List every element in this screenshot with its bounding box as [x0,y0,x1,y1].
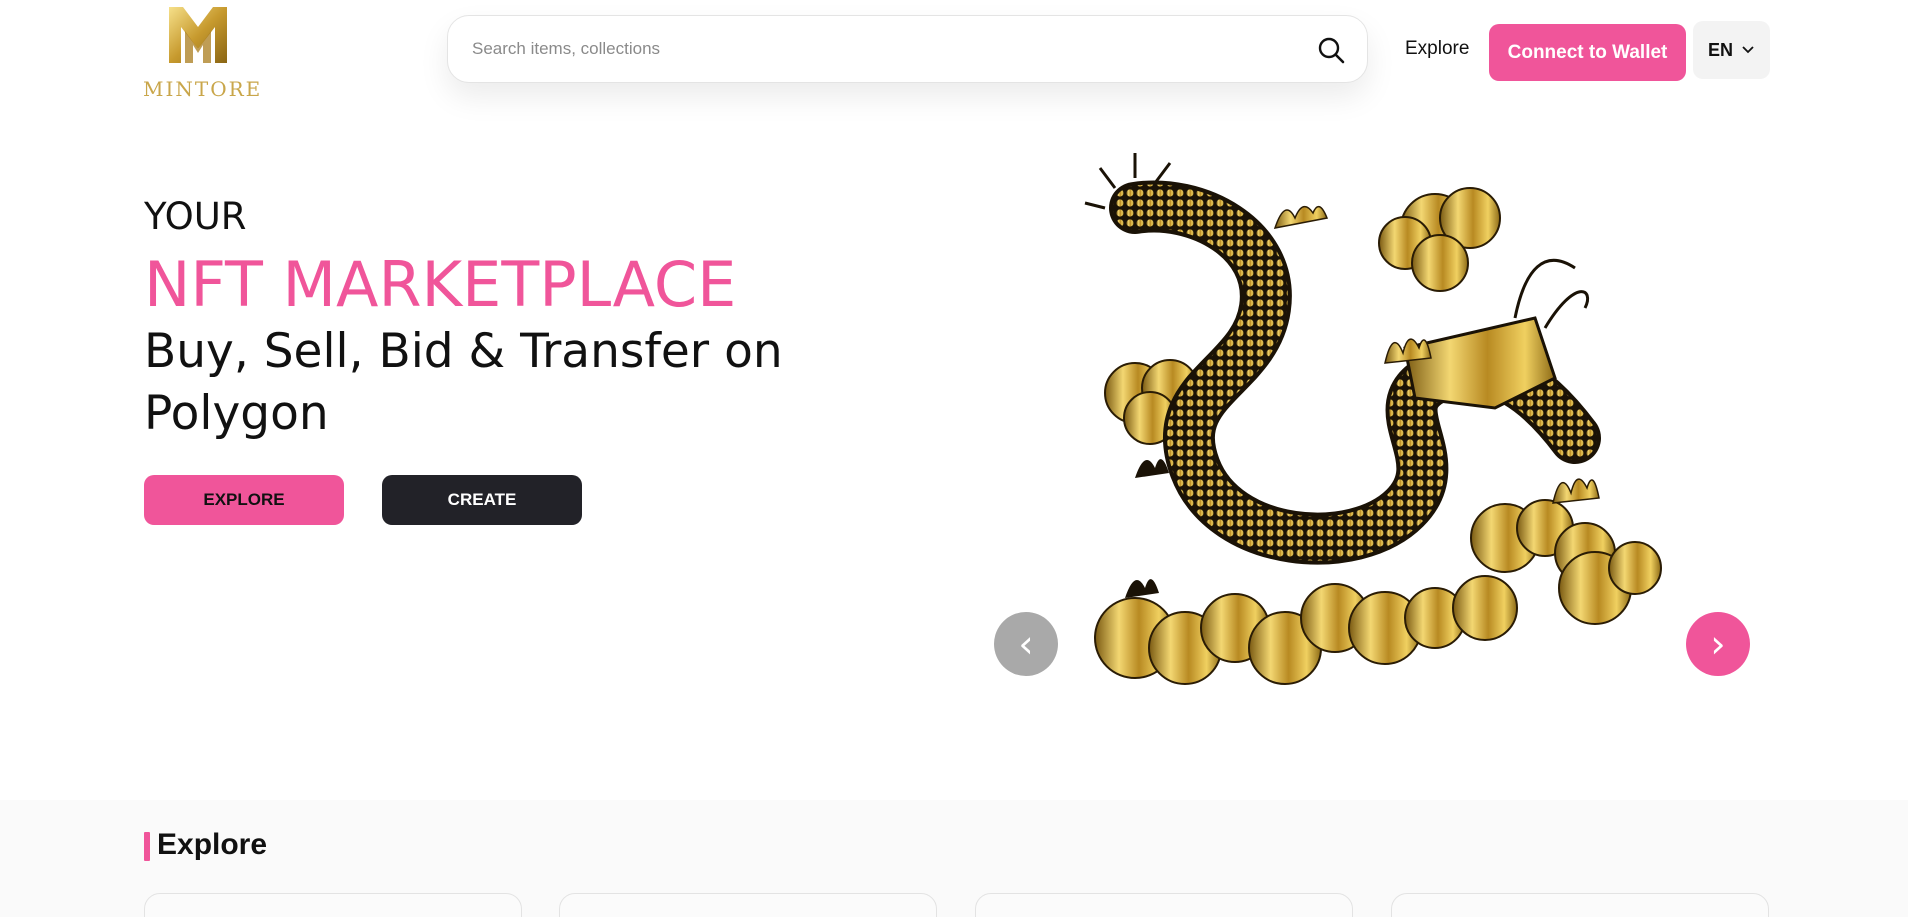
explore-section-title: Explore [157,828,268,861]
hero-subtitle: Buy, Sell, Bid & Transfer on Polygon [144,324,783,441]
chevron-down-icon [1742,46,1754,54]
section-accent-bar [144,832,150,861]
language-label: EN [1707,39,1733,60]
logo-wordmark: MINTORE [143,77,263,101]
connect-wallet-button[interactable]: Connect to Wallet [1489,24,1686,81]
hero-create-button[interactable]: CREATE [382,475,582,525]
explore-card[interactable] [144,893,522,917]
nav-explore-link[interactable]: Explore [1405,38,1469,60]
explore-card[interactable] [975,893,1353,917]
search-bar[interactable] [447,15,1368,83]
hero-kicker: YOUR [144,195,247,238]
hero-title: NFT MARKETPLACE [144,248,737,321]
carousel-next-button[interactable]: › [1686,612,1750,676]
explore-card[interactable] [559,893,937,917]
explore-card[interactable] [1391,893,1769,917]
carousel-prev-button[interactable]: ‹ [994,612,1058,676]
logo-mark-icon [169,7,227,63]
brand-logo[interactable]: MINTORE [143,5,260,101]
chevron-right-icon: › [1710,622,1726,666]
search-icon[interactable] [1317,36,1345,64]
dragon-nft-image [1084,153,1662,685]
chevron-left-icon: ‹ [1018,622,1034,666]
hero-explore-button[interactable]: EXPLORE [144,475,344,525]
language-selector[interactable]: EN [1693,21,1770,79]
search-input[interactable] [472,16,1272,82]
